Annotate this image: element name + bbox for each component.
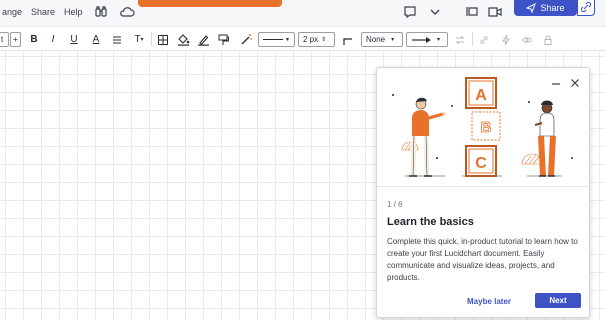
arrow-end-dropdown[interactable]: ▾ (406, 32, 448, 47)
chevron-down-icon: ▾ (437, 37, 441, 43)
arrow-start-dropdown[interactable]: None ▾ (361, 32, 403, 47)
font-size-field[interactable]: t (0, 32, 9, 47)
block-a-label: A (475, 87, 487, 104)
block-c-label: C (475, 155, 487, 172)
swap-arrows-icon[interactable] (453, 32, 467, 47)
menu-share[interactable]: Share (31, 7, 55, 17)
binoculars-icon[interactable] (93, 4, 109, 20)
present-icon[interactable] (464, 4, 480, 20)
brand-strip (138, 0, 282, 7)
line-style-dropdown[interactable]: ▾ (258, 32, 295, 47)
tutorial-title: Learn the basics (387, 216, 474, 228)
share-label: Share (540, 3, 565, 13)
text-options-button[interactable]: T ▾ (131, 32, 147, 47)
bold-button[interactable]: B (28, 32, 40, 47)
line-color-icon[interactable] (195, 32, 211, 47)
arrow-right-icon (412, 36, 431, 43)
menu-arrange[interactable]: ange (2, 7, 22, 17)
person-left (409, 97, 446, 177)
lightning-icon[interactable] (499, 32, 513, 47)
table-icon[interactable] (155, 32, 171, 47)
text-color-button[interactable]: A (90, 32, 102, 47)
link-icon[interactable] (477, 32, 491, 47)
link-share-button[interactable] (577, 0, 595, 16)
align-icon[interactable] (110, 32, 124, 47)
menu-help[interactable]: Help (64, 7, 83, 17)
menu-bar: ange Share Help Share (0, 0, 606, 26)
chevron-down-icon: ▾ (286, 37, 290, 43)
close-button[interactable] (569, 76, 581, 88)
font-size-increase-button[interactable]: + (10, 32, 21, 47)
minimize-icon (552, 83, 560, 85)
chain-icon[interactable] (520, 32, 534, 47)
share-icon (526, 3, 537, 13)
chevron-down-icon[interactable] (427, 4, 443, 20)
next-button[interactable]: Next (535, 293, 581, 308)
underline-button[interactable]: U (68, 32, 80, 47)
minimize-button[interactable] (550, 76, 562, 88)
cloud-icon[interactable] (119, 4, 135, 20)
close-icon (571, 79, 579, 87)
fill-color-icon[interactable] (175, 32, 191, 47)
share-button[interactable]: Share (514, 0, 577, 16)
tutorial-panel: A B C 1 / 6 Learn the basics Complete th… (376, 67, 590, 318)
video-icon[interactable] (487, 4, 503, 20)
step-indicator: 1 / 6 (387, 200, 403, 209)
comment-icon[interactable] (402, 4, 418, 20)
chevron-down-icon: ▾ (391, 37, 395, 43)
block-b-label: B (481, 119, 492, 136)
format-painter-icon[interactable] (215, 32, 231, 47)
tutorial-description: Complete this quick, in-product tutorial… (387, 237, 578, 282)
toolbar: t + B I U A T ▾ ▾ 2 px ⇕ None ▾ ▾ (0, 26, 606, 51)
line-width-stepper[interactable]: 2 px ⇕ (298, 32, 335, 47)
lock-icon[interactable] (541, 32, 555, 47)
stepper-icon: ⇕ (321, 37, 327, 43)
link-icon (580, 1, 592, 13)
magic-wand-icon[interactable] (238, 32, 254, 47)
maybe-later-link[interactable]: Maybe later (467, 297, 511, 306)
line-shape-icon[interactable] (341, 32, 355, 47)
italic-button[interactable]: I (47, 32, 59, 47)
person-right (534, 100, 556, 177)
